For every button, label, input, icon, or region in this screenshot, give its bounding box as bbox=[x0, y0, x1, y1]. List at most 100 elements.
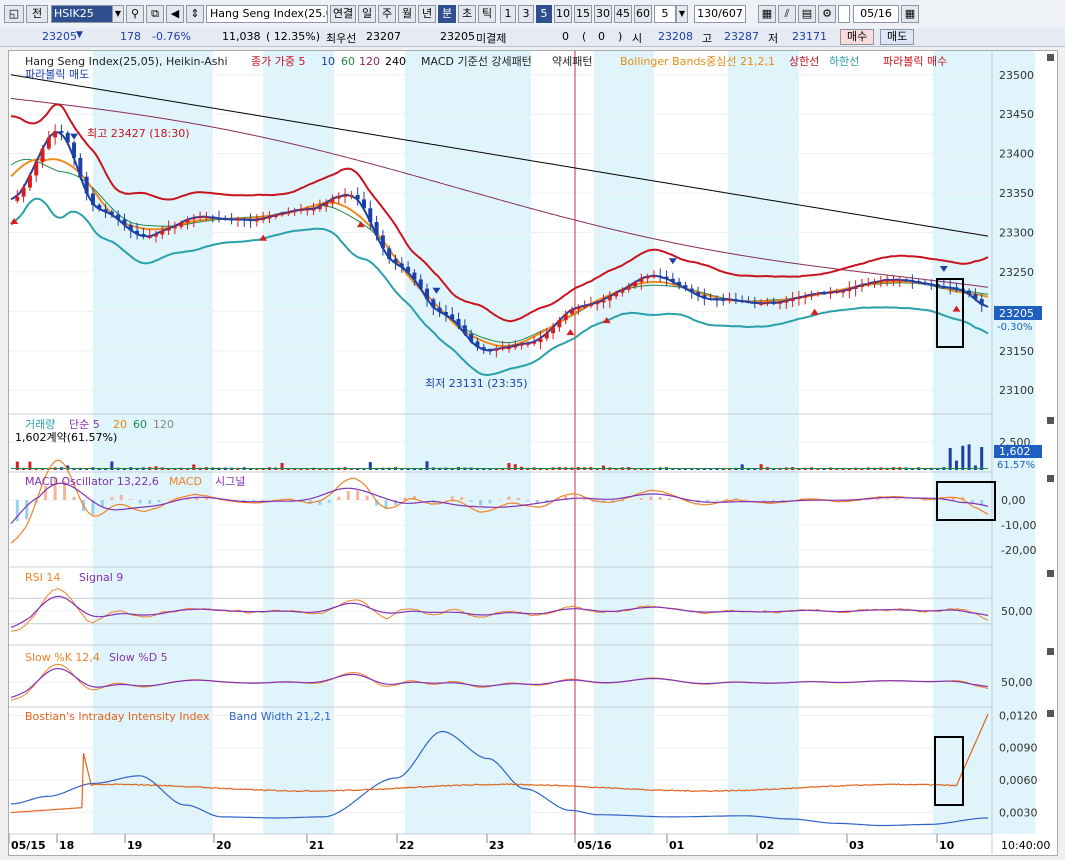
candle-body bbox=[873, 282, 877, 284]
macd-legend-macd: MACD bbox=[169, 475, 202, 488]
count-field[interactable]: 130/607 bbox=[694, 5, 746, 23]
candle-body bbox=[633, 282, 637, 286]
link-button[interactable]: 연결 bbox=[330, 5, 356, 23]
candle-body bbox=[192, 218, 196, 220]
legend-ma120: 120 bbox=[359, 55, 380, 68]
stepper-icon[interactable]: ⇕ bbox=[186, 5, 204, 23]
candle-body bbox=[267, 217, 271, 219]
macd-histogram-bar bbox=[479, 500, 482, 505]
buy-button[interactable]: 매수 bbox=[840, 29, 874, 45]
main-title: Hang Seng Index(25,05), Heikin-Ashi bbox=[25, 55, 228, 68]
candle-body bbox=[608, 296, 612, 300]
legend-ma10: 10 bbox=[321, 55, 335, 68]
chevron-down-icon[interactable]: ▼ bbox=[676, 5, 688, 23]
candle-body bbox=[904, 280, 908, 282]
candle-body bbox=[602, 300, 606, 302]
candle-body bbox=[526, 343, 530, 345]
macd-histogram-bar bbox=[886, 499, 889, 500]
macd-histogram-bar bbox=[649, 496, 652, 500]
volume-bar bbox=[514, 464, 517, 470]
macd-histogram-bar bbox=[498, 499, 501, 500]
macd-histogram-bar bbox=[158, 500, 161, 502]
candle-body bbox=[658, 276, 662, 278]
mode-button[interactable]: 전 bbox=[26, 5, 48, 23]
period-day[interactable]: 일 bbox=[358, 5, 376, 23]
candle-body bbox=[255, 220, 259, 222]
candle-body bbox=[557, 320, 561, 327]
interval-field[interactable]: 5 bbox=[654, 5, 676, 23]
volume-bar bbox=[911, 469, 914, 470]
candle-body bbox=[715, 299, 719, 301]
panel-close-icons[interactable] bbox=[1047, 54, 1054, 717]
best-bid: 23207 bbox=[366, 30, 401, 43]
symbol-name-field[interactable]: Hang Seng Index(25.0 bbox=[206, 5, 328, 23]
candle-body bbox=[34, 162, 38, 175]
interval-1[interactable]: 1 bbox=[500, 5, 516, 23]
interval-15[interactable]: 15 bbox=[574, 5, 592, 23]
volume-bar bbox=[980, 447, 983, 470]
interval-5[interactable]: 5 bbox=[536, 5, 552, 23]
period-week[interactable]: 주 bbox=[378, 5, 396, 23]
interval-10[interactable]: 10 bbox=[554, 5, 572, 23]
volume-bar bbox=[192, 464, 195, 470]
candle-body bbox=[891, 280, 895, 282]
candle-body bbox=[917, 281, 921, 283]
candle-body bbox=[759, 303, 763, 305]
stoch-tick-0: 50,00 bbox=[1001, 676, 1033, 689]
time-tick-0: 05/15 bbox=[11, 839, 46, 852]
bbi-tick-3: 0,0030 bbox=[999, 807, 1038, 820]
candle-body bbox=[110, 212, 114, 215]
candle-body bbox=[444, 312, 448, 314]
macd-histogram-bar bbox=[262, 500, 265, 501]
candle-body bbox=[362, 199, 366, 208]
copy-icon[interactable]: ⧉ bbox=[146, 5, 164, 23]
candle-body bbox=[135, 231, 139, 234]
candle-body bbox=[898, 280, 902, 282]
period-second[interactable]: 초 bbox=[458, 5, 476, 23]
chart-svg[interactable]: Hang Seng Index(25,05), Heikin-Ashi 종가 가… bbox=[9, 51, 1059, 857]
macd-tick-1: -10,00 bbox=[1001, 519, 1036, 532]
interval-45[interactable]: 45 bbox=[614, 5, 632, 23]
sell-button[interactable]: 매도 bbox=[880, 29, 914, 45]
candle-body bbox=[702, 295, 706, 298]
speaker-icon[interactable]: ◀ bbox=[166, 5, 184, 23]
search-icon[interactable]: ⚲ bbox=[126, 5, 144, 23]
candle-body bbox=[330, 199, 334, 203]
candle-body bbox=[469, 334, 473, 342]
calendar-icon[interactable]: ▦ bbox=[901, 5, 919, 23]
date-field[interactable]: 05/16 bbox=[853, 5, 899, 23]
interval-3[interactable]: 3 bbox=[518, 5, 534, 23]
candle-body bbox=[91, 194, 95, 205]
period-minute[interactable]: 분 bbox=[438, 5, 456, 23]
chevron-down-icon[interactable]: ▼ bbox=[112, 5, 124, 23]
chart-panel[interactable]: Hang Seng Index(25,05), Heikin-Ashi 종가 가… bbox=[8, 50, 1058, 856]
ruler-icon[interactable]: ▤ bbox=[798, 5, 816, 23]
candle-body bbox=[22, 188, 26, 197]
time-tick-8: 01 bbox=[669, 839, 684, 852]
period-tick[interactable]: 틱 bbox=[478, 5, 496, 23]
candle-body bbox=[973, 294, 977, 299]
volume-bar bbox=[848, 469, 851, 470]
interval-30[interactable]: 30 bbox=[594, 5, 612, 23]
period-month[interactable]: 월 bbox=[398, 5, 416, 23]
chart-icon[interactable]: ⫽ bbox=[778, 5, 796, 23]
interval-60[interactable]: 60 bbox=[634, 5, 652, 23]
sar-sell-marker-0 bbox=[70, 134, 78, 140]
grid-icon[interactable]: ▦ bbox=[758, 5, 776, 23]
macd-histogram-bar bbox=[744, 499, 747, 500]
date-checkbox[interactable] bbox=[838, 5, 850, 23]
candle-body bbox=[803, 296, 807, 298]
candle-body bbox=[646, 276, 650, 278]
candle-body bbox=[791, 299, 795, 301]
candle-body bbox=[406, 267, 410, 273]
window-icon[interactable]: ◱ bbox=[4, 5, 24, 23]
candle-body bbox=[425, 289, 429, 300]
candle-body bbox=[475, 341, 479, 347]
gear-icon[interactable]: ⚙ bbox=[818, 5, 836, 23]
candle-body bbox=[53, 131, 57, 137]
price-tick-1: 23450 bbox=[999, 108, 1034, 121]
candle-body bbox=[545, 333, 549, 338]
volume-legend-ma20: 20 bbox=[113, 418, 127, 431]
period-year[interactable]: 년 bbox=[418, 5, 436, 23]
legend-macd-bear: 약세패턴 bbox=[552, 54, 592, 68]
